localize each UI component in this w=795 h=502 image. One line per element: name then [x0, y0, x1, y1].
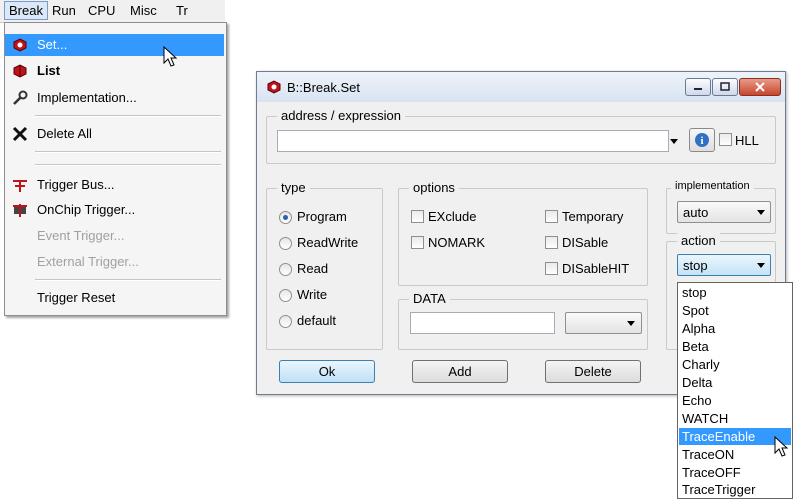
radio-read[interactable] [279, 263, 292, 276]
menu-separator [35, 151, 221, 153]
mouse-cursor-icon [163, 46, 178, 67]
menu-separator [35, 164, 221, 166]
delete-x-icon [11, 126, 29, 142]
action-option[interactable]: Alpha [679, 320, 791, 337]
implementation-dropdown[interactable]: auto [677, 201, 771, 223]
radio-program[interactable] [279, 211, 292, 224]
delete-button[interactable]: Delete [545, 360, 641, 383]
wrench-icon [11, 90, 29, 106]
chevron-down-icon [757, 210, 765, 215]
menu-item-set[interactable]: Set... [5, 34, 224, 56]
menu-item-external-trigger[interactable]: External Trigger... [5, 251, 224, 273]
implementation-group: implementation auto [666, 180, 776, 234]
menu-item-trigger-bus[interactable]: Trigger Bus... [5, 174, 224, 196]
data-width-dropdown[interactable] [565, 312, 642, 334]
menu-item-event-trigger[interactable]: Event Trigger... [5, 225, 224, 247]
action-dropdown[interactable]: stop [677, 254, 771, 276]
onchip-trigger-icon [11, 202, 29, 218]
implementation-value: auto [683, 205, 709, 220]
action-option[interactable]: TraceTrigger [679, 481, 791, 497]
options-group-label: options [409, 180, 459, 195]
data-group: DATA [398, 291, 648, 350]
close-button[interactable] [739, 78, 781, 96]
menu-item-implementation[interactable]: Implementation... [5, 87, 224, 109]
address-group: address / expression i HLL [266, 108, 776, 164]
action-group-label: action [677, 233, 720, 248]
exclude-checkbox[interactable] [411, 210, 424, 223]
address-group-label: address / expression [277, 108, 405, 123]
menu-misc[interactable]: Misc [130, 3, 157, 18]
data-group-label: DATA [409, 291, 450, 306]
break-menu: Set... List Implementation... Delete All… [4, 22, 227, 316]
dialog-titlebar[interactable]: B::Break.Set [257, 72, 785, 102]
info-button[interactable]: i [689, 128, 715, 152]
disable-label: DISable [562, 235, 609, 250]
hll-checkbox[interactable] [719, 133, 732, 146]
action-option[interactable]: Echo [679, 392, 791, 409]
menu-run[interactable]: Run [52, 3, 76, 18]
menu-item-list[interactable]: List [5, 60, 224, 82]
mouse-cursor-icon [774, 436, 789, 457]
chevron-down-icon [627, 321, 635, 326]
action-option[interactable]: WATCH [679, 410, 791, 427]
maximize-button[interactable] [712, 78, 738, 96]
type-group: type Program ReadWrite Read Write defaul… [266, 180, 383, 350]
action-option[interactable]: Charly [679, 356, 791, 373]
options-group: options EXclude NOMARK Temporary DISable… [398, 180, 648, 286]
breakpoint-app-icon [265, 79, 283, 98]
close-icon [755, 82, 765, 92]
action-option[interactable]: Beta [679, 338, 791, 355]
radio-readwrite-label: ReadWrite [297, 235, 359, 250]
disablehit-checkbox[interactable] [545, 262, 558, 275]
data-input[interactable] [410, 312, 555, 334]
action-option[interactable]: TraceOFF [679, 464, 791, 481]
address-dropdown-icon[interactable] [670, 139, 678, 144]
radio-read-label: Read [297, 261, 329, 276]
info-icon: i [695, 133, 709, 147]
chevron-down-icon [757, 263, 765, 268]
hll-label: HLL [735, 133, 759, 148]
temporary-label: Temporary [562, 209, 624, 224]
temporary-checkbox[interactable] [545, 210, 558, 223]
radio-default-label: default [297, 313, 337, 328]
menu-bar: Break Run CPU Misc Tr [0, 0, 225, 23]
minimize-button[interactable] [685, 78, 711, 96]
trigger-bus-icon [11, 177, 29, 193]
radio-default[interactable] [279, 315, 292, 328]
nomark-label: NOMARK [428, 235, 486, 250]
maximize-icon [720, 82, 730, 91]
minimize-icon [694, 88, 702, 90]
action-value: stop [683, 258, 708, 273]
menu-break[interactable]: Break [4, 1, 48, 20]
radio-write[interactable] [279, 289, 292, 302]
action-option[interactable]: Delta [679, 374, 791, 391]
add-button[interactable]: Add [412, 360, 508, 383]
address-input[interactable] [277, 130, 669, 152]
menu-separator [35, 115, 221, 117]
ok-button[interactable]: Ok [279, 360, 375, 383]
menu-tr[interactable]: Tr [176, 3, 188, 18]
menu-item-trigger-reset[interactable]: Trigger Reset [5, 287, 224, 309]
breakpoint-list-icon [11, 63, 29, 79]
action-option[interactable]: Spot [679, 302, 791, 319]
menu-cpu[interactable]: CPU [88, 3, 115, 18]
menu-item-delete-all[interactable]: Delete All [5, 123, 224, 145]
menu-separator [35, 279, 221, 281]
disablehit-label: DISableHIT [562, 261, 630, 276]
type-group-label: type [277, 180, 310, 195]
radio-write-label: Write [297, 287, 328, 302]
breakpoint-set-icon [11, 37, 29, 53]
exclude-label: EXclude [428, 209, 477, 224]
nomark-checkbox[interactable] [411, 236, 424, 249]
implementation-group-label: implementation [671, 180, 754, 192]
radio-readwrite[interactable] [279, 237, 292, 250]
action-dropdown-list: stop Spot Alpha Beta Charly Delta Echo W… [677, 282, 793, 499]
action-option[interactable]: stop [679, 284, 791, 301]
svg-text:i: i [700, 135, 703, 147]
menu-item-onchip-trigger[interactable]: OnChip Trigger... [5, 199, 224, 221]
disable-checkbox[interactable] [545, 236, 558, 249]
dialog-title: B::Break.Set [287, 80, 360, 95]
radio-program-label: Program [297, 209, 347, 224]
